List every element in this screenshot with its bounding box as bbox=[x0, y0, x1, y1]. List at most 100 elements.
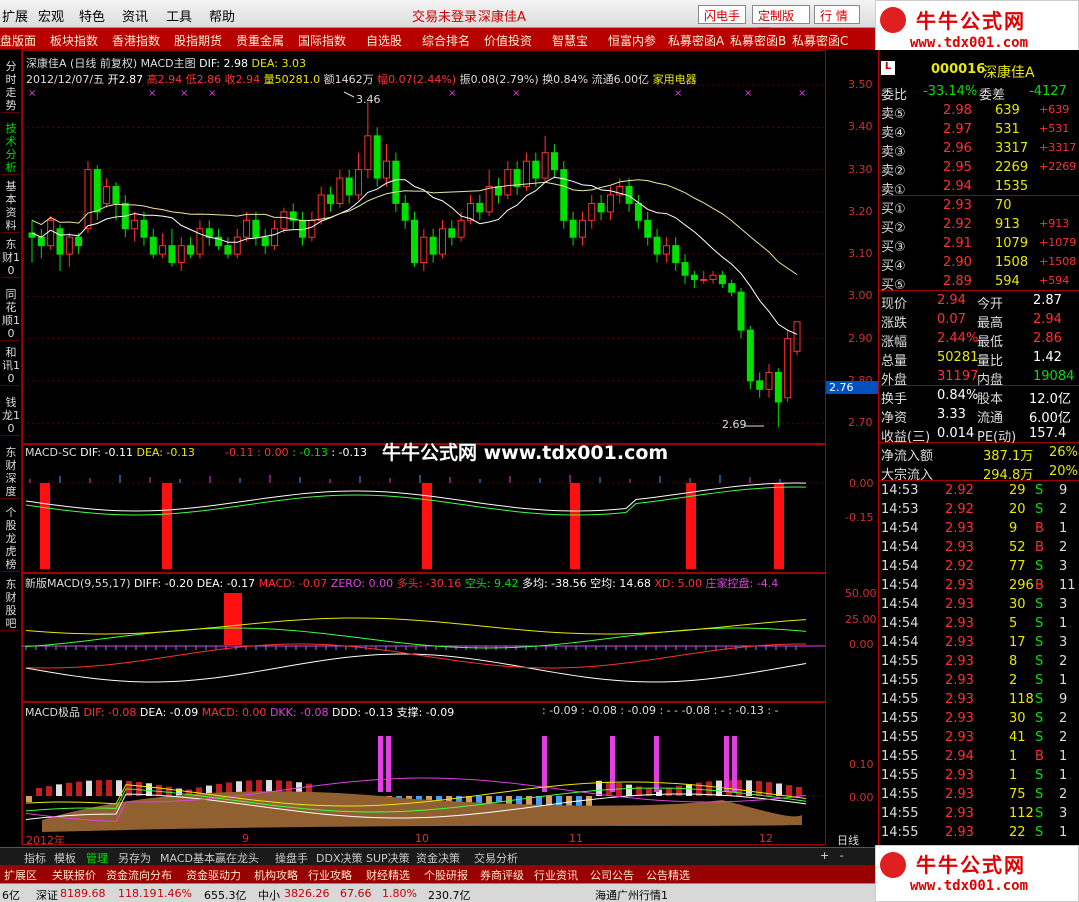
zoom-controls[interactable]: + - bbox=[820, 849, 870, 863]
cow-icon-bottom bbox=[880, 852, 906, 878]
indicator-tab-2[interactable]: 管理 bbox=[86, 850, 108, 866]
custom-layout-button[interactable]: 定制版面 bbox=[752, 5, 810, 40]
macd-jp-macd: MACD: 0.00 bbox=[201, 706, 267, 719]
candle-body bbox=[168, 245, 176, 264]
nav-zhihuibao[interactable]: 智慧宝 bbox=[552, 32, 588, 49]
function-tab-5[interactable]: 行业攻略 bbox=[308, 867, 352, 883]
candle-body bbox=[522, 160, 530, 188]
tick-row-cell: 14:54 bbox=[881, 597, 919, 612]
candle-body bbox=[448, 228, 456, 238]
function-tab-0[interactable]: 扩展区 bbox=[4, 867, 37, 883]
indicator-tab-8[interactable]: SUP决策 bbox=[366, 850, 410, 866]
stat2-row: 换手 0.84% 股本 12.0亿 bbox=[879, 386, 1079, 407]
indicator-tab-0[interactable]: 指标 bbox=[24, 850, 46, 866]
indicator-tab-10[interactable]: 交易分析 bbox=[474, 850, 518, 866]
menu-extend[interactable]: 扩展 bbox=[2, 6, 28, 25]
menu-tools[interactable]: 工具 bbox=[166, 6, 192, 25]
indicator-tab-7[interactable]: DDX决策 bbox=[316, 850, 362, 866]
candle-body bbox=[784, 338, 792, 399]
tick-row-cell: 2 bbox=[1059, 502, 1068, 517]
nav-hengfu[interactable]: 恒富内参 bbox=[608, 32, 656, 49]
left-tab-2[interactable]: 基本资料 bbox=[2, 180, 20, 233]
period-label[interactable]: 日线 bbox=[837, 832, 859, 848]
function-tab-8[interactable]: 券商评级 bbox=[480, 867, 524, 883]
nav-hk-index[interactable]: 香港指数 bbox=[112, 32, 160, 49]
left-tab-0[interactable]: 分时走势 bbox=[2, 60, 20, 113]
ask-row-cell: 2.95 bbox=[943, 160, 972, 175]
jipin-bar bbox=[786, 785, 792, 796]
function-tab-9[interactable]: 行业资讯 bbox=[534, 867, 578, 883]
stat-row-cell: 50281 bbox=[937, 350, 979, 365]
macd-sc-title[interactable]: MACD-SC bbox=[25, 446, 77, 459]
indicator-tab-6[interactable]: 操盘手 bbox=[275, 850, 308, 866]
left-tab-8[interactable]: 个股龙虎榜 bbox=[2, 506, 20, 572]
new-macd-title[interactable]: 新版MACD(9,55,17) bbox=[25, 577, 131, 590]
indicator-tab-9[interactable]: 资金决策 bbox=[416, 850, 460, 866]
stat-row: 涨幅 2.44% 最低 2.86 bbox=[879, 329, 1079, 350]
menu-macro[interactable]: 宏观 bbox=[38, 6, 64, 25]
sz-label: 深证 bbox=[36, 889, 58, 902]
candle-body bbox=[93, 169, 101, 213]
ask-row: 卖④ 2.97 531 +531 bbox=[879, 120, 1079, 141]
menu-special[interactable]: 特色 bbox=[79, 6, 105, 25]
ask-row-cell: 1535 bbox=[995, 179, 1029, 194]
function-tab-4[interactable]: 机构攻略 bbox=[254, 867, 298, 883]
candle-body bbox=[700, 278, 708, 281]
nav-watchlist[interactable]: 自选股 bbox=[366, 32, 402, 49]
function-tab-2[interactable]: 资金流向分布 bbox=[106, 867, 172, 883]
jipin-bar bbox=[86, 780, 92, 796]
nav-intl-index[interactable]: 国际指数 bbox=[298, 32, 346, 49]
left-tab-9[interactable]: 东财股吧 bbox=[2, 578, 20, 631]
left-tab-5[interactable]: 和讯10 bbox=[2, 346, 20, 386]
macd-jp-title[interactable]: MACD极品 bbox=[25, 706, 80, 719]
tick-row-cell: S bbox=[1035, 559, 1044, 574]
function-tab-6[interactable]: 财经精选 bbox=[366, 867, 410, 883]
function-tab-7[interactable]: 个股研报 bbox=[424, 867, 468, 883]
nav-value-invest[interactable]: 价值投资 bbox=[484, 32, 532, 49]
server-name[interactable]: 海通广州行情1 bbox=[595, 887, 668, 902]
menu-help[interactable]: 帮助 bbox=[209, 6, 235, 25]
tick-row-cell: 17 bbox=[1009, 635, 1026, 650]
nav-sector-index[interactable]: 板块指数 bbox=[50, 32, 98, 49]
left-tab-4[interactable]: 同花顺10 bbox=[2, 288, 20, 341]
tick-row-cell: S bbox=[1035, 502, 1044, 517]
function-tab-11[interactable]: 公告精选 bbox=[646, 867, 690, 883]
tick-row: 14:54 2.93 9 B 1 bbox=[879, 519, 1079, 538]
tick-row: 14:55 2.94 1 B 1 bbox=[879, 747, 1079, 766]
chart-params: (日线 前复权) bbox=[70, 57, 138, 70]
function-tab-1[interactable]: 关联报价 bbox=[52, 867, 96, 883]
flash-trade-button[interactable]: 闪电手 bbox=[698, 5, 746, 24]
stock-name-label: 深康佳A bbox=[26, 57, 67, 70]
p3-axis-1: 0.00 bbox=[849, 791, 874, 804]
indicator-tab-1[interactable]: 模板 bbox=[54, 850, 76, 866]
tick-row-cell: 1 bbox=[1059, 521, 1068, 536]
ask-row-cell: 531 bbox=[995, 122, 1020, 137]
nav-metals[interactable]: 贵重金属 bbox=[236, 32, 284, 49]
function-tab-3[interactable]: 资金驱动力 bbox=[186, 867, 241, 883]
nav-letter-a[interactable]: 私募密函A bbox=[668, 32, 724, 49]
tick-row-cell: S bbox=[1035, 787, 1044, 802]
left-tab-1[interactable]: 技术分析 bbox=[2, 122, 20, 175]
new-macd-zero: ZERO: 0.00 bbox=[330, 577, 394, 590]
stat-row: 外盘 31197 内盘 19084 bbox=[879, 367, 1079, 388]
indicator-tab-4[interactable]: MACD基本 bbox=[160, 850, 215, 866]
left-tab-6[interactable]: 钱龙10 bbox=[2, 396, 20, 436]
menu-news[interactable]: 资讯 bbox=[122, 6, 148, 25]
quote-button[interactable]: 行 情 bbox=[814, 5, 860, 24]
indicator-tab-5[interactable]: 赢在龙头 bbox=[215, 850, 259, 866]
new-macd-diff: DIFF: -0.20 bbox=[134, 577, 194, 590]
function-tab-10[interactable]: 公司公告 bbox=[590, 867, 634, 883]
nav-ranking[interactable]: 综合排名 bbox=[422, 32, 470, 49]
tick-row-cell: 2.92 bbox=[945, 483, 974, 498]
left-tab-3[interactable]: 东财10 bbox=[2, 238, 20, 278]
nav-letter-b[interactable]: 私募密函B bbox=[730, 32, 786, 49]
login-status[interactable]: 交易未登录 bbox=[412, 6, 477, 25]
nav-layout[interactable]: 盘版面 bbox=[0, 32, 36, 49]
main-indicator-name[interactable]: MACD主图 bbox=[141, 57, 196, 70]
tick-row: 14:54 2.93 296 B 11 bbox=[879, 576, 1079, 595]
nav-futures[interactable]: 股指期货 bbox=[174, 32, 222, 49]
indicator-tab-3[interactable]: 另存为 bbox=[118, 850, 151, 866]
left-tab-7[interactable]: 东财深度 bbox=[2, 446, 20, 499]
sector-label[interactable]: 家用电器 bbox=[653, 73, 697, 86]
nav-letter-c[interactable]: 私募密函C bbox=[792, 32, 848, 49]
